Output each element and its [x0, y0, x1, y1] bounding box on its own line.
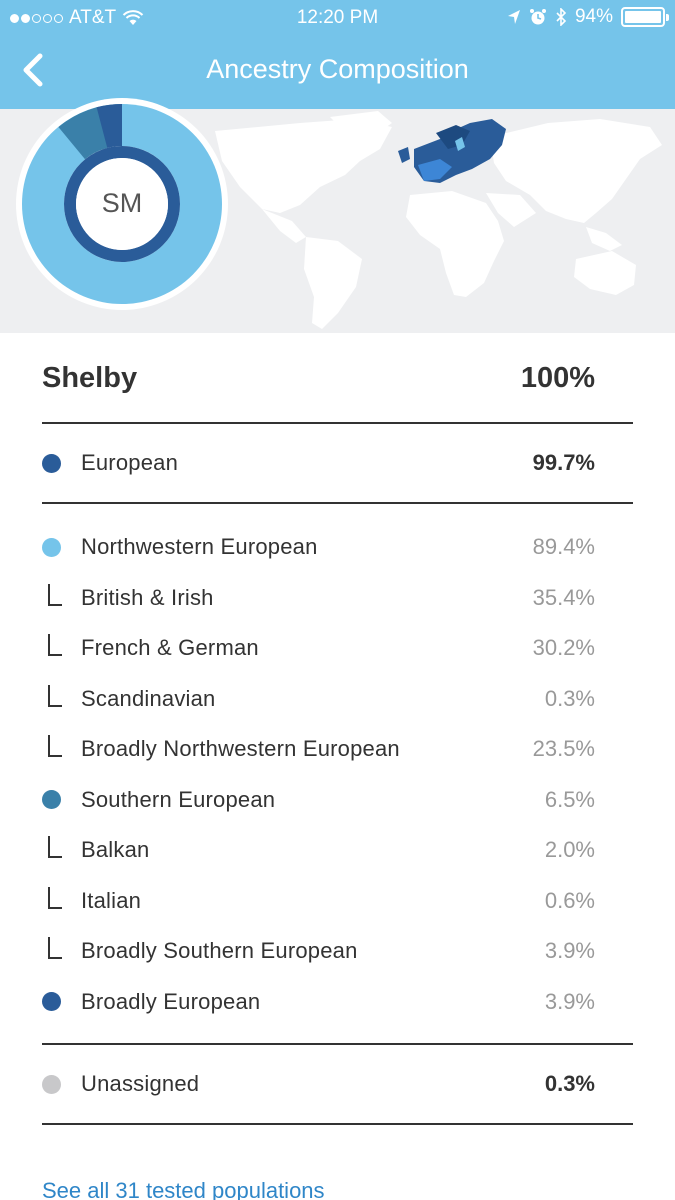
- subpopulation-row[interactable]: Scandinavian 0.3%: [42, 674, 633, 725]
- population-label: Northwestern European: [81, 534, 318, 560]
- population-label: Italian: [81, 887, 142, 913]
- total-percent: 100%: [520, 361, 595, 394]
- branch-connector-icon: [42, 583, 62, 610]
- european-percent: 99.7%: [532, 450, 595, 475]
- european-label: European: [81, 450, 179, 475]
- central-america-shape: [262, 209, 306, 243]
- page-title: Ancestry Composition: [206, 54, 469, 84]
- population-percent: 35.4%: [532, 584, 595, 610]
- status-right: 94%: [507, 6, 669, 28]
- battery-percent: 94%: [574, 6, 613, 27]
- population-dot: [42, 992, 61, 1012]
- south-america-shape: [304, 237, 362, 329]
- subpopulation-row[interactable]: Broadly Northwestern European 23.5%: [42, 724, 633, 775]
- unassigned-percent: 0.3%: [544, 1071, 595, 1096]
- composition-list: Shelby 100% European 99.7% Northwestern …: [42, 334, 633, 1125]
- population-label: Broadly European: [81, 988, 261, 1014]
- population-percent: 89.4%: [532, 534, 595, 560]
- population-label: Balkan: [81, 837, 150, 863]
- see-all-populations-link[interactable]: See all 31 tested populations: [42, 1178, 325, 1200]
- divider: [42, 1123, 633, 1125]
- population-percent: 6.5%: [544, 786, 595, 812]
- population-label: Southern European: [81, 786, 276, 812]
- subpopulation-row[interactable]: Balkan 2.0%: [42, 825, 633, 876]
- australia-shape: [574, 251, 636, 295]
- branch-connector-icon: [42, 886, 62, 913]
- unassigned-dot: [42, 1074, 61, 1094]
- population-percent: 2.0%: [544, 837, 595, 863]
- battery-icon: [621, 7, 669, 27]
- population-label: Scandinavian: [81, 685, 216, 711]
- avatar-initials: SM: [101, 188, 143, 218]
- location-arrow-icon: [507, 10, 520, 24]
- subpopulation-row[interactable]: Italian 0.6%: [42, 876, 633, 927]
- branch-connector-icon: [42, 684, 62, 711]
- british-isles-shape: [398, 147, 410, 163]
- unassigned-label: Unassigned: [81, 1071, 200, 1096]
- subpopulation-row[interactable]: Broadly Southern European 3.9%: [42, 926, 633, 977]
- profile-name: Shelby: [42, 361, 138, 394]
- european-row[interactable]: European 99.7%: [42, 424, 633, 502]
- population-row[interactable]: Broadly European 3.9%: [42, 977, 633, 1028]
- population-dot: [42, 790, 61, 810]
- status-bar: AT&T 12:20 PM 94%: [0, 0, 675, 36]
- africa-shape: [406, 191, 504, 297]
- population-label: Broadly Southern European: [81, 938, 358, 964]
- alarm-icon: [529, 9, 546, 25]
- southeast-asia-shape: [586, 227, 622, 251]
- subpopulation-row[interactable]: French & German 30.2%: [42, 623, 633, 674]
- population-label: Broadly Northwestern European: [81, 736, 400, 762]
- population-dot: [42, 537, 61, 557]
- unassigned-row[interactable]: Unassigned 0.3%: [42, 1045, 633, 1123]
- population-percent: 0.3%: [544, 685, 595, 711]
- population-label: British & Irish: [81, 584, 214, 610]
- population-row[interactable]: Northwestern European 89.4%: [42, 522, 633, 573]
- subpopulation-row[interactable]: British & Irish 35.4%: [42, 573, 633, 624]
- population-percent: 3.9%: [544, 938, 595, 964]
- summary-row: Shelby 100%: [42, 334, 633, 422]
- population-percent: 23.5%: [532, 736, 595, 762]
- population-percent: 3.9%: [544, 988, 595, 1014]
- european-dot: [42, 453, 61, 473]
- branch-connector-icon: [42, 634, 62, 660]
- branch-connector-icon: [42, 937, 62, 963]
- branch-connector-icon: [42, 735, 62, 761]
- population-label: French & German: [81, 635, 259, 661]
- population-row[interactable]: Southern European 6.5%: [42, 775, 633, 826]
- population-rows: Northwestern European 89.4% British & Iris…: [42, 522, 633, 1027]
- bluetooth-icon: [556, 8, 567, 26]
- population-percent: 30.2%: [532, 635, 595, 661]
- branch-connector-icon: [42, 836, 62, 862]
- population-percent: 0.6%: [544, 887, 595, 913]
